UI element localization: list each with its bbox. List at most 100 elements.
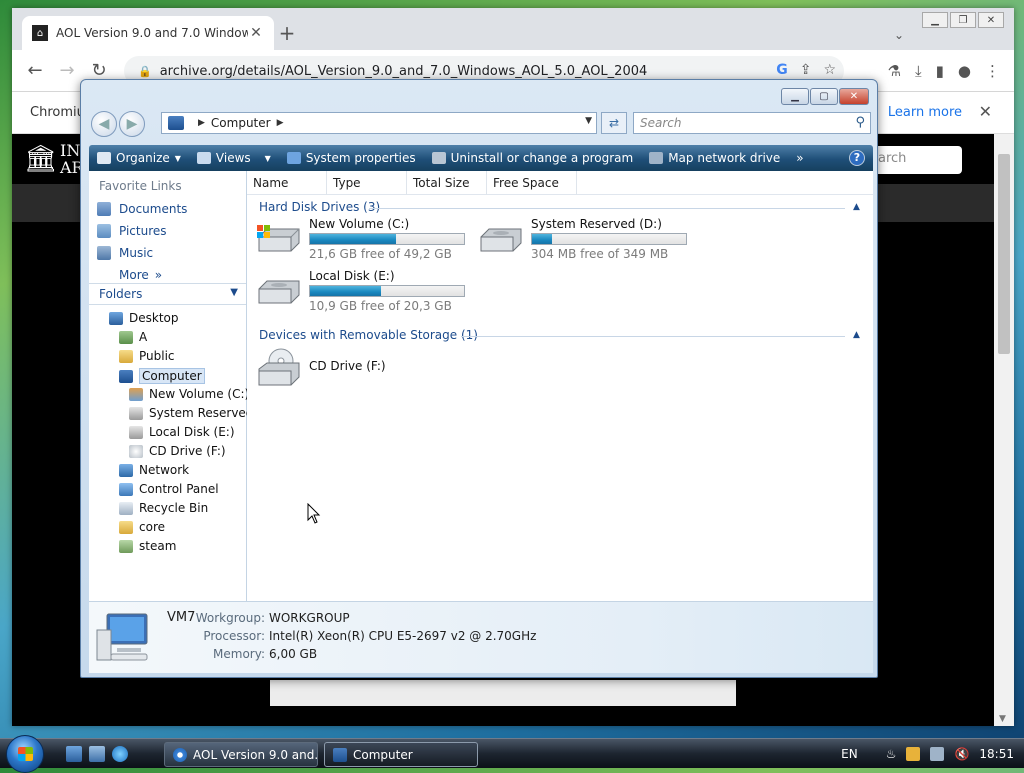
close-icon[interactable]: ✕ bbox=[839, 88, 869, 105]
drive-f[interactable]: CD Drive (F:) bbox=[255, 347, 475, 391]
show-desktop-icon[interactable] bbox=[66, 746, 82, 762]
browser-tab[interactable]: ⌂ AOL Version 9.0 and 7.0 Window ✕ bbox=[22, 16, 274, 50]
network-tray-icon[interactable] bbox=[930, 747, 945, 761]
collapse-chevron-icon[interactable]: ▲ bbox=[853, 202, 860, 212]
page-scrollbar[interactable]: ▼ bbox=[994, 134, 1014, 726]
column-total-size[interactable]: Total Size bbox=[407, 171, 487, 195]
download-icon[interactable]: ⤓ bbox=[915, 62, 922, 80]
bookmark-star-icon[interactable]: ☆ bbox=[823, 62, 836, 78]
learn-more-link[interactable]: Learn more bbox=[888, 105, 962, 120]
tab-search-chevron-icon[interactable]: ⌄ bbox=[894, 28, 904, 42]
address-bar[interactable]: ▶ Computer ▶ ▼ bbox=[161, 112, 597, 134]
side-panel-icon[interactable]: ▮ bbox=[936, 62, 944, 80]
folder-icon bbox=[119, 520, 133, 534]
navigation-pane: Favorite Links Documents Pictures Music … bbox=[89, 171, 262, 601]
column-type[interactable]: Type bbox=[327, 171, 407, 195]
collapse-chevron-icon[interactable]: ▲ bbox=[853, 330, 860, 340]
tree-item-drive-e[interactable]: Local Disk (E:) bbox=[129, 425, 235, 439]
tree-item-network[interactable]: Network bbox=[119, 463, 189, 477]
back-arrow-icon[interactable]: ← bbox=[24, 60, 46, 82]
column-name[interactable]: Name bbox=[247, 171, 327, 195]
minimize-icon[interactable]: ▁ bbox=[781, 88, 809, 105]
group-removable-storage[interactable]: Devices with Removable Storage (1) bbox=[259, 328, 478, 342]
refresh-icon[interactable]: ⇄ bbox=[601, 112, 627, 134]
tree-item-recycle-bin[interactable]: Recycle Bin bbox=[119, 501, 208, 515]
switch-windows-icon[interactable] bbox=[89, 746, 105, 762]
hard-drive-icon bbox=[129, 425, 143, 439]
new-tab-button[interactable]: + bbox=[276, 23, 298, 43]
labs-flask-icon[interactable]: ⚗ bbox=[888, 62, 901, 80]
breadcrumb-chevron-icon[interactable]: ▶ bbox=[198, 118, 205, 128]
google-icon[interactable]: G bbox=[776, 62, 788, 78]
language-indicator[interactable]: EN bbox=[841, 747, 858, 761]
drive-d[interactable]: System Reserved (D:) 304 MB free of 349 … bbox=[477, 217, 697, 261]
scroll-down-arrow-icon[interactable]: ▼ bbox=[999, 714, 1006, 724]
drive-free-space: 304 MB free of 349 MB bbox=[531, 247, 669, 261]
tree-item-core[interactable]: core bbox=[119, 520, 165, 534]
drive-c[interactable]: New Volume (C:) 21,6 GB free of 49,2 GB bbox=[255, 217, 475, 261]
tree-label: Desktop bbox=[129, 311, 179, 325]
close-icon[interactable]: ✕ bbox=[978, 12, 1004, 28]
start-button[interactable] bbox=[6, 735, 44, 773]
menu-kebab-icon[interactable]: ⋮ bbox=[985, 62, 1000, 80]
breadcrumb-chevron-icon[interactable]: ▶ bbox=[277, 118, 284, 128]
infobar-close-icon[interactable]: ✕ bbox=[979, 102, 992, 121]
tree-item-desktop[interactable]: Desktop bbox=[109, 311, 179, 325]
tree-item-control-panel[interactable]: Control Panel bbox=[119, 482, 219, 496]
folders-header[interactable]: Folders ▼ bbox=[89, 283, 246, 305]
taskbar-button-computer[interactable]: Computer bbox=[324, 742, 478, 767]
tree-item-steam[interactable]: steam bbox=[119, 539, 176, 553]
tree-item-computer[interactable]: Computer bbox=[119, 368, 205, 384]
volume-muted-icon[interactable]: 🔇 bbox=[954, 747, 969, 761]
maximize-icon[interactable]: ▢ bbox=[810, 88, 838, 105]
tree-item-public[interactable]: Public bbox=[119, 349, 175, 363]
favorite-music[interactable]: Music bbox=[97, 246, 153, 260]
profile-avatar-icon[interactable]: ● bbox=[958, 62, 971, 80]
steam-tray-icon[interactable]: ♨ bbox=[886, 747, 897, 761]
forward-arrow-icon[interactable]: ▶ bbox=[119, 111, 145, 137]
tree-item-drive-f[interactable]: CD Drive (F:) bbox=[129, 444, 226, 458]
uninstall-program-button[interactable]: Uninstall or change a program bbox=[424, 151, 642, 165]
internet-explorer-icon[interactable] bbox=[112, 746, 128, 762]
forward-arrow-icon[interactable]: → bbox=[56, 60, 78, 82]
group-hard-disk-drives[interactable]: Hard Disk Drives (3) bbox=[259, 200, 380, 214]
pictures-icon bbox=[97, 224, 111, 238]
search-icon[interactable]: ⚲ bbox=[855, 115, 865, 130]
more-commands-button[interactable]: » bbox=[788, 151, 811, 165]
close-tab-icon[interactable]: ✕ bbox=[248, 25, 264, 41]
help-icon[interactable]: ? bbox=[849, 150, 865, 166]
tree-label: A bbox=[139, 330, 148, 344]
address-dropdown-icon[interactable]: ▼ bbox=[585, 116, 592, 126]
taskbar-button-browser[interactable]: AOL Version 9.0 and... bbox=[164, 742, 318, 767]
tree-item-user-a[interactable]: A bbox=[119, 330, 147, 344]
search-input[interactable]: Search ⚲ bbox=[633, 112, 871, 134]
restore-icon[interactable]: ❐ bbox=[950, 12, 976, 28]
breadcrumb-computer[interactable]: Computer bbox=[211, 116, 271, 130]
security-shield-icon[interactable] bbox=[906, 747, 921, 761]
drive-e[interactable]: Local Disk (E:) 10,9 GB free of 20,3 GB bbox=[255, 269, 475, 313]
drive-usage-fill bbox=[310, 286, 381, 296]
hard-drive-icon bbox=[480, 228, 522, 252]
archive-logo-icon[interactable]: 🏛 bbox=[24, 144, 57, 174]
column-free-space[interactable]: Free Space bbox=[487, 171, 577, 195]
clock[interactable]: 18:51 bbox=[979, 747, 1014, 761]
map-network-drive-button[interactable]: Map network drive bbox=[641, 151, 788, 165]
back-arrow-icon[interactable]: ◀ bbox=[91, 111, 117, 137]
drive-usage-bar bbox=[531, 233, 687, 245]
organize-button[interactable]: Organize ▼ bbox=[89, 151, 189, 165]
system-properties-button[interactable]: System properties bbox=[279, 151, 424, 165]
cd-drive-icon bbox=[258, 348, 300, 386]
favorite-label: More bbox=[119, 268, 149, 282]
drive-free-space: 10,9 GB free of 20,3 GB bbox=[309, 299, 452, 313]
minimize-icon[interactable]: ▁ bbox=[922, 12, 948, 28]
favorite-pictures[interactable]: Pictures bbox=[97, 224, 167, 238]
chevron-down-icon[interactable]: ▼ bbox=[230, 287, 238, 298]
favorite-documents[interactable]: Documents bbox=[97, 202, 187, 216]
tree-item-drive-d[interactable]: System Reserved ( bbox=[129, 406, 262, 420]
views-button[interactable]: Views ▼ bbox=[189, 151, 279, 165]
tree-item-drive-c[interactable]: New Volume (C:) bbox=[129, 387, 249, 401]
share-icon[interactable]: ⇪ bbox=[800, 62, 812, 78]
scrollbar-thumb[interactable] bbox=[998, 154, 1010, 354]
windows-logo-icon bbox=[18, 747, 33, 761]
favorite-more[interactable]: More » bbox=[119, 268, 162, 282]
